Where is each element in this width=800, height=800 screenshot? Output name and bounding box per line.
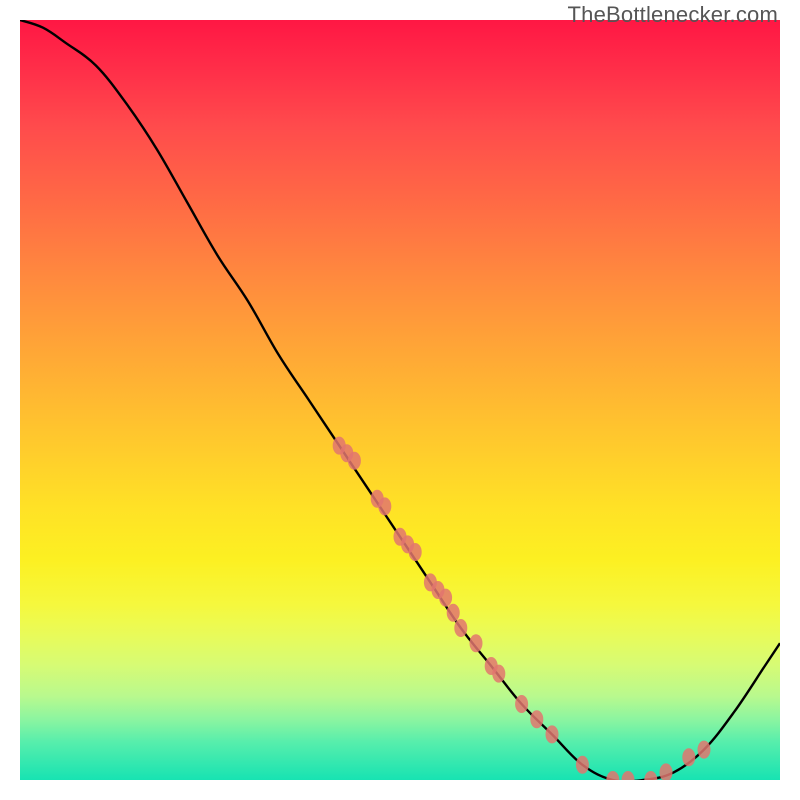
plot-gradient-background [20,20,780,780]
chart-container: TheBottlenecker.com [0,0,800,800]
watermark-label: TheBottlenecker.com [568,2,778,28]
